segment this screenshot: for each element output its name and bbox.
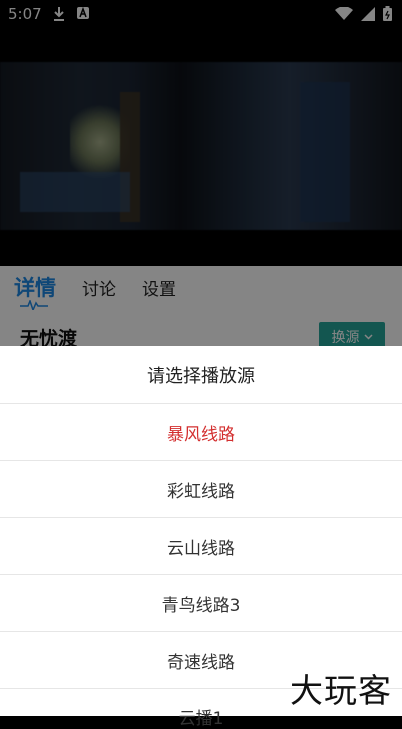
watermark-text: 大玩客 [290, 671, 392, 710]
source-item[interactable]: 青鸟线路3 [0, 575, 402, 632]
source-item[interactable]: 暴风线路 [0, 404, 402, 461]
dim-overlay[interactable] [0, 0, 402, 346]
sheet-title: 请选择播放源 [0, 346, 402, 404]
source-item[interactable]: 云山线路 [0, 518, 402, 575]
source-item[interactable]: 彩虹线路 [0, 461, 402, 518]
source-picker-sheet: 请选择播放源 暴风线路 彩虹线路 云山线路 青鸟线路3 奇速线路 云播1 [0, 346, 402, 729]
